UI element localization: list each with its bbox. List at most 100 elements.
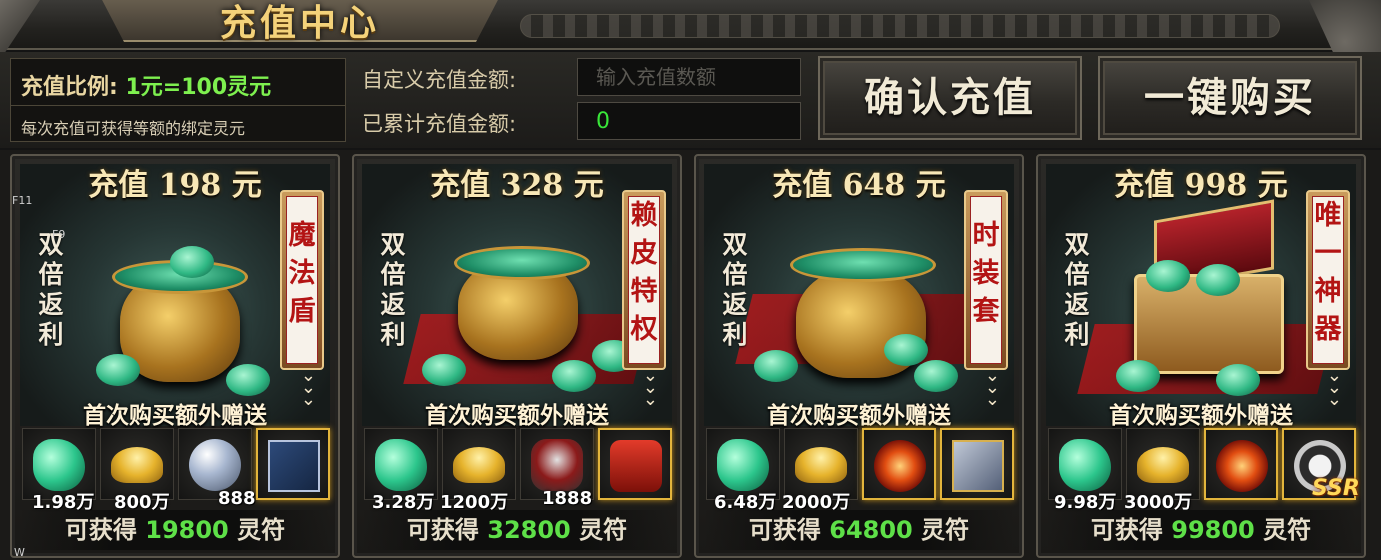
reward-summary: 可获得 19800 灵符 xyxy=(20,510,330,550)
bonus-char: 器 xyxy=(1314,314,1342,345)
debug-label-w: W xyxy=(14,546,25,559)
jade-icon xyxy=(884,334,928,366)
reward-suffix: 灵符 xyxy=(1263,516,1312,544)
fire-orb-icon xyxy=(1216,440,1268,492)
reward-amount: 19800 xyxy=(145,516,229,544)
reward-items: 9.98万 3000万 SSR xyxy=(1048,428,1360,513)
reward-prefix: 可获得 xyxy=(64,516,137,544)
recharge-card-648[interactable]: 充值 648 元 双 倍 返 利 时 装 套 ⌄ ⌄ ⌄ 首次购买额外赠送 6.48… xyxy=(694,154,1024,558)
bonus-tag-text: 时 装 套 xyxy=(970,196,1002,364)
ratio-divider xyxy=(11,105,345,106)
custom-amount-field[interactable] xyxy=(577,58,801,96)
jade-icon xyxy=(914,360,958,392)
bonus-char: 权 xyxy=(630,314,658,345)
recharge-card-998[interactable]: 充值 998 元 双 倍 返 利 唯 一 神 器 ⌄ ⌄ ⌄ 首次购买额外赠送 9.… xyxy=(1036,154,1366,558)
reward-prefix: 可获得 xyxy=(406,516,479,544)
double-rebate-tag: 双 倍 返 利 xyxy=(376,230,410,350)
debug-label-f11: F11 xyxy=(12,194,33,207)
scroll-icon xyxy=(610,440,662,492)
bonus-reward-tag: 魔 法 盾 xyxy=(280,190,324,370)
jade-icon xyxy=(96,354,140,386)
first-purchase-promo: 首次购买额外赠送 xyxy=(767,403,951,429)
recharge-card-328[interactable]: 充值 328 元 双 倍 返 利 赖 皮 特 权 ⌄ ⌄ ⌄ 首次购买额外赠送 3.… xyxy=(352,154,682,558)
double-tag-char: 双 xyxy=(722,230,748,259)
bonus-char: 魔 xyxy=(288,220,316,251)
ssr-badge: SSR xyxy=(1312,476,1360,501)
double-rebate-tag: 双 倍 返 利 xyxy=(34,230,68,350)
jade-icon xyxy=(754,350,798,382)
jade-icon xyxy=(1216,364,1260,396)
gold-ingot-icon xyxy=(111,447,163,483)
reward-items: 3.28万 1200万 1888 xyxy=(364,428,672,513)
ratio-line: 充值比例: 1元=100灵元 xyxy=(21,69,271,101)
gold-ingot-icon xyxy=(1137,447,1189,483)
jade-icon xyxy=(422,354,466,386)
custom-amount-label: 自定义充值金额: xyxy=(362,68,517,92)
double-tag-char: 返 xyxy=(722,290,748,319)
bonus-tag-text: 魔 法 盾 xyxy=(286,196,318,364)
bonus-char: 唯 xyxy=(1314,200,1342,231)
skill-book-icon xyxy=(268,440,320,492)
bonus-char: 套 xyxy=(972,296,1000,327)
reward-summary: 可获得 99800 灵符 xyxy=(1046,510,1356,550)
armor-icon xyxy=(531,439,583,491)
jade-pile-icon xyxy=(790,248,936,282)
bonus-char: 法 xyxy=(288,258,316,289)
reward-prefix: 可获得 xyxy=(748,516,821,544)
reward-items: 6.48万 2000万 xyxy=(706,428,1014,513)
bonus-tag-text: 唯 一 神 器 xyxy=(1312,196,1344,364)
item-slot[interactable] xyxy=(862,428,936,500)
accumulated-amount-value: 0 xyxy=(596,109,610,134)
double-tag-char: 双 xyxy=(1064,230,1090,259)
item-slot[interactable] xyxy=(1204,428,1278,500)
reward-items: 1.98万 800万 888 xyxy=(22,428,330,513)
item-slot[interactable] xyxy=(598,428,672,500)
bonus-reward-tag: 时 装 套 xyxy=(964,190,1008,370)
double-rebate-tag: 双 倍 返 利 xyxy=(1060,230,1094,350)
page-title: 充值中心 xyxy=(219,2,380,44)
double-tag-char: 返 xyxy=(1064,290,1090,319)
fire-orb-icon xyxy=(874,440,926,492)
bonus-char: 时 xyxy=(972,220,1000,251)
treasure-box-icon xyxy=(952,440,1004,492)
reward-amount: 99800 xyxy=(1171,516,1255,544)
double-tag-char: 倍 xyxy=(722,260,748,289)
ratio-value: 1元=100灵元 xyxy=(125,75,272,100)
double-tag-char: 倍 xyxy=(1064,260,1090,289)
reward-suffix: 灵符 xyxy=(921,516,970,544)
double-tag-char: 利 xyxy=(38,320,64,349)
crystal-stone-icon xyxy=(189,439,241,491)
reward-suffix: 灵符 xyxy=(579,516,628,544)
item-slot[interactable] xyxy=(940,428,1014,500)
item-slot[interactable] xyxy=(256,428,330,500)
bonus-char: 特 xyxy=(630,276,658,307)
double-tag-char: 利 xyxy=(1064,320,1090,349)
one-click-buy-button[interactable]: 一键购买 xyxy=(1098,56,1362,140)
bonus-char: 皮 xyxy=(630,238,658,269)
jade-icon xyxy=(33,439,85,491)
jade-icon xyxy=(1059,439,1111,491)
bonus-reward-tag: 唯 一 神 器 xyxy=(1306,190,1350,370)
double-tag-char: 倍 xyxy=(380,260,406,289)
jade-icon xyxy=(717,439,769,491)
recharge-card-198[interactable]: 充值 198 元 双 倍 返 利 魔 法 盾 ⌄ ⌄ ⌄ 首次购买额外赠送 1.98… xyxy=(10,154,340,558)
jade-icon xyxy=(226,364,270,396)
ratio-panel: 充值比例: 1元=100灵元 每次充值可获得等额的绑定灵元 xyxy=(10,58,346,142)
jade-icon xyxy=(1146,260,1190,292)
first-purchase-promo: 首次购买额外赠送 xyxy=(83,403,267,429)
custom-amount-input[interactable] xyxy=(596,59,800,95)
reward-summary: 可获得 64800 灵符 xyxy=(704,510,1014,550)
reward-suffix: 灵符 xyxy=(237,516,286,544)
top-frame: 充值中心 xyxy=(0,0,1381,140)
bonus-char: 盾 xyxy=(288,296,316,327)
confirm-recharge-button[interactable]: 确认充值 xyxy=(818,56,1082,140)
double-tag-char: 利 xyxy=(722,320,748,349)
jade-icon xyxy=(1116,360,1160,392)
double-rebate-tag: 双 倍 返 利 xyxy=(718,230,752,350)
recharge-cards-area: 充值 198 元 双 倍 返 利 魔 法 盾 ⌄ ⌄ ⌄ 首次购买额外赠送 1.98… xyxy=(0,150,1381,560)
bonus-tag-text: 赖 皮 特 权 xyxy=(628,196,660,364)
jade-pile-icon xyxy=(454,246,590,280)
reward-prefix: 可获得 xyxy=(1090,516,1163,544)
accumulated-amount-label: 已累计充值金额: xyxy=(362,112,517,136)
ratio-note: 每次充值可获得等额的绑定灵元 xyxy=(21,119,246,138)
